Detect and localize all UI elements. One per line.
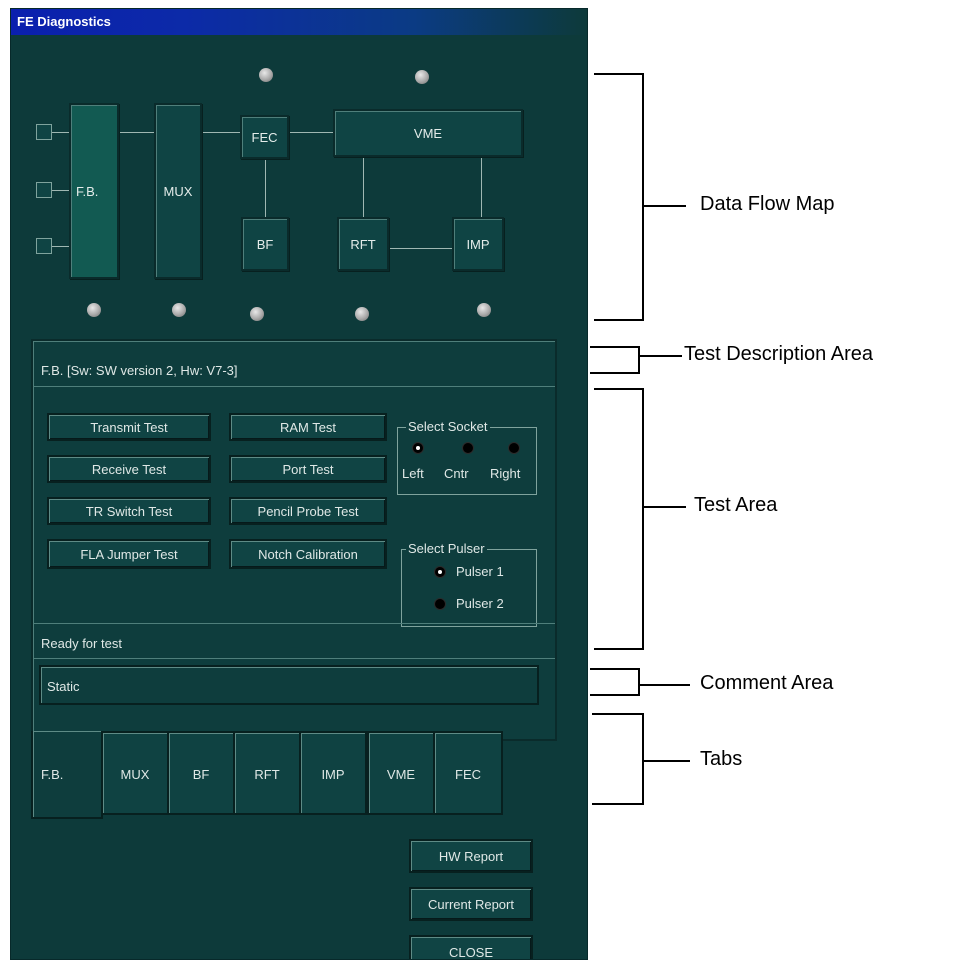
socket-cntr-radio[interactable]	[462, 442, 474, 454]
tab-fb[interactable]: F.B.	[31, 731, 103, 819]
tab-rft[interactable]: RFT	[233, 731, 301, 815]
hw-report-button[interactable]: HW Report	[409, 839, 533, 873]
status-led-fec	[259, 68, 273, 82]
pulser-2-label: Pulser 2	[456, 596, 504, 611]
node-rft-label: RFT	[350, 236, 376, 252]
status-led-rft	[355, 307, 369, 321]
pulser-1-radio[interactable]	[434, 566, 446, 578]
node-fb[interactable]: F.B.	[69, 103, 119, 279]
node-imp-label: IMP	[466, 236, 490, 252]
tab-fec[interactable]: FEC	[433, 731, 503, 815]
status-text: Ready for test	[33, 623, 555, 659]
socket-left-label: Left	[402, 466, 424, 481]
current-report-button[interactable]: Current Report	[409, 887, 533, 921]
node-bf-label: BF	[256, 236, 274, 252]
status-led-fb	[87, 303, 101, 317]
ram-test-button[interactable]: RAM Test	[229, 413, 387, 441]
node-vme-label: VME	[413, 125, 443, 141]
select-pulser-group: Select Pulser Pulser 1 Pulser 2	[401, 541, 537, 627]
select-pulser-title: Select Pulser	[406, 541, 487, 556]
notch-calibration-button[interactable]: Notch Calibration	[229, 539, 387, 569]
test-panel: F.B. [Sw: SW version 2, Hw: V7-3] Transm…	[31, 339, 557, 741]
tab-bf[interactable]: BF	[167, 731, 235, 815]
close-button[interactable]: CLOSE	[409, 935, 533, 959]
fla-jumper-test-button[interactable]: FLA Jumper Test	[47, 539, 211, 569]
tab-imp[interactable]: IMP	[299, 731, 367, 815]
pulser-1-label: Pulser 1	[456, 564, 504, 579]
node-fb-label: F.B.	[76, 183, 99, 199]
annotation-test-area: Test Area	[694, 494, 778, 516]
socket-cntr-label: Cntr	[444, 466, 469, 481]
transmit-test-button[interactable]: Transmit Test	[47, 413, 211, 441]
test-description: F.B. [Sw: SW version 2, Hw: V7-3]	[33, 351, 555, 387]
annotation-tabs: Tabs	[700, 748, 743, 770]
node-imp[interactable]: IMP	[452, 217, 504, 271]
pencil-probe-test-button[interactable]: Pencil Probe Test	[229, 497, 387, 525]
input-square-1[interactable]	[36, 124, 52, 140]
node-vme[interactable]: VME	[333, 109, 523, 157]
input-square-2[interactable]	[36, 182, 52, 198]
node-mux[interactable]: MUX	[154, 103, 202, 279]
title-bar: FE Diagnostics	[11, 9, 587, 35]
select-socket-group: Select Socket Left Cntr Right	[397, 419, 537, 495]
status-led-imp	[477, 303, 491, 317]
socket-right-label: Right	[490, 466, 521, 481]
status-led-mux	[172, 303, 186, 317]
node-fec-label: FEC	[251, 129, 278, 145]
tab-vme[interactable]: VME	[367, 731, 435, 815]
node-bf[interactable]: BF	[241, 217, 289, 271]
port-test-button[interactable]: Port Test	[229, 455, 387, 483]
annotation-data-flow-map: Data Flow Map	[700, 193, 835, 215]
socket-right-radio[interactable]	[508, 442, 520, 454]
node-mux-label: MUX	[163, 183, 193, 199]
status-led-vme	[415, 70, 429, 84]
node-rft[interactable]: RFT	[337, 217, 389, 271]
annotation-comment-area: Comment Area	[700, 672, 834, 694]
input-square-3[interactable]	[36, 238, 52, 254]
annotation-test-description-area: Test Description Area	[684, 343, 873, 365]
window-title: FE Diagnostics	[17, 14, 111, 29]
node-fec[interactable]: FEC	[240, 115, 289, 159]
fe-diagnostics-window: FE Diagnostics F.B. MUX FEC VME BF RFT I…	[10, 8, 588, 960]
pulser-2-radio[interactable]	[434, 598, 446, 610]
tab-mux[interactable]: MUX	[101, 731, 169, 815]
socket-left-radio[interactable]	[412, 442, 424, 454]
comment-field[interactable]: Static	[39, 665, 539, 705]
tr-switch-test-button[interactable]: TR Switch Test	[47, 497, 211, 525]
status-led-bf	[250, 307, 264, 321]
select-socket-title: Select Socket	[406, 419, 490, 434]
receive-test-button[interactable]: Receive Test	[47, 455, 211, 483]
